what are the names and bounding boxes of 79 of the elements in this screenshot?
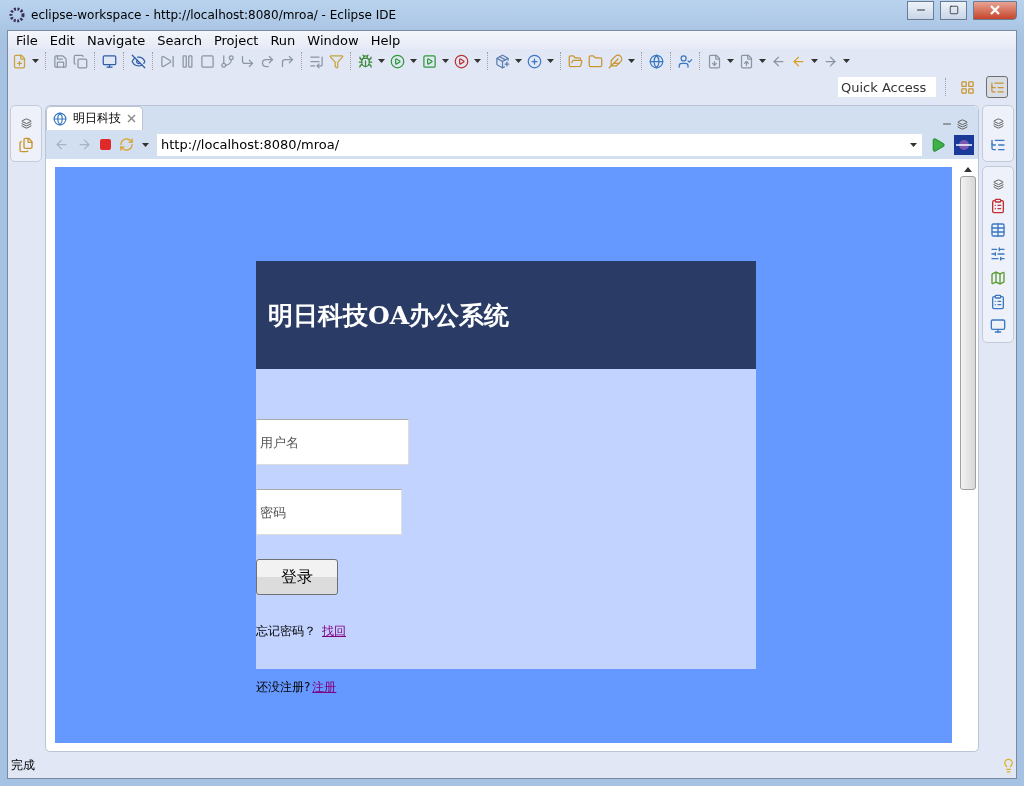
username-field[interactable]: 用户名 (256, 419, 409, 465)
back-icon[interactable] (771, 53, 786, 69)
caret-icon[interactable] (759, 59, 766, 63)
stop-icon[interactable] (100, 139, 111, 150)
recover-link[interactable]: 找回 (322, 623, 346, 640)
caret-icon[interactable] (32, 59, 39, 63)
window-title: eclipse-workspace - http://localhost:8080/mroa/ - Eclipse IDE (31, 8, 397, 22)
run-config-icon[interactable] (422, 53, 437, 69)
close-button[interactable] (973, 0, 1017, 20)
maximize-button[interactable] (940, 0, 967, 20)
menu-item[interactable]: Project (207, 32, 265, 48)
folder-icon[interactable] (588, 53, 603, 69)
register-prompt: 还没注册? (256, 679, 311, 696)
minimize-button[interactable] (907, 0, 934, 20)
save-all-icon[interactable] (73, 53, 88, 69)
caret-icon[interactable] (811, 59, 818, 63)
quick-access-field[interactable]: Quick Access (838, 77, 936, 97)
password-field[interactable]: 密码 (256, 489, 402, 535)
caret-icon[interactable] (410, 59, 417, 63)
pause-icon[interactable] (180, 53, 195, 69)
menu-item[interactable]: Navigate (80, 32, 152, 48)
status-text: 完成 (11, 756, 36, 774)
caret-icon[interactable] (142, 142, 149, 147)
pen-icon[interactable] (608, 53, 623, 69)
menu-item[interactable]: File (10, 32, 44, 48)
globe-icon (53, 111, 67, 126)
report-icon[interactable] (990, 198, 1006, 214)
run-icon[interactable] (390, 53, 405, 69)
resume-icon[interactable] (160, 53, 175, 69)
go-icon[interactable] (930, 136, 946, 153)
page-title: 明日科技OA办公系统 (268, 299, 510, 332)
new-file-icon[interactable] (12, 53, 27, 69)
caret-icon[interactable] (843, 59, 850, 63)
perspective-button[interactable] (986, 76, 1008, 98)
editor-tab[interactable]: 明日科技 (46, 106, 143, 130)
monitor-icon[interactable] (990, 318, 1006, 334)
eclipse-logo-icon[interactable] (954, 134, 974, 155)
caret-icon[interactable] (909, 142, 917, 147)
close-icon (990, 5, 1000, 15)
login-button[interactable]: 登录 (256, 559, 338, 595)
folder-icon[interactable] (568, 53, 583, 69)
crossed-eye-icon[interactable] (131, 53, 146, 69)
url-dropdown-button[interactable] (904, 133, 922, 156)
branch-icon[interactable] (220, 53, 235, 69)
forgot-password-text: 忘记密码？ (256, 623, 316, 640)
tree-icon (989, 79, 1005, 95)
globe-icon[interactable] (649, 53, 664, 69)
caret-icon[interactable] (727, 59, 734, 63)
scroll-up-icon[interactable] (964, 167, 972, 172)
gear-icon (9, 7, 25, 23)
grid-icon (959, 79, 975, 95)
caret-icon[interactable] (442, 59, 449, 63)
menu-item[interactable]: Run (264, 32, 302, 48)
forward-icon[interactable] (823, 53, 838, 69)
back-icon[interactable] (791, 53, 806, 69)
caret-icon[interactable] (474, 59, 481, 63)
list-icon[interactable] (309, 53, 324, 69)
user-icon[interactable] (678, 53, 693, 69)
caret-icon[interactable] (378, 59, 385, 63)
caret-icon[interactable] (547, 59, 554, 63)
close-icon[interactable] (127, 114, 136, 123)
menu-item[interactable]: Window (301, 32, 365, 48)
map-icon[interactable] (990, 270, 1006, 286)
save-icon[interactable] (53, 53, 68, 69)
url-field[interactable]: http://localhost:8080/mroa/ (157, 133, 904, 156)
caret-icon[interactable] (515, 59, 522, 63)
clipboard-icon[interactable] (18, 137, 34, 153)
outline-icon[interactable] (990, 137, 1006, 153)
sliders-icon[interactable] (990, 246, 1006, 262)
filter-icon[interactable] (329, 53, 344, 69)
caret-icon[interactable] (628, 59, 635, 63)
list-icon[interactable] (990, 294, 1006, 310)
stop-icon[interactable] (200, 53, 215, 69)
table-icon[interactable] (990, 222, 1006, 238)
menu-item[interactable]: Help (364, 32, 407, 48)
monitor-icon[interactable] (102, 53, 117, 69)
menu-item[interactable]: Search (151, 32, 208, 48)
bug-icon[interactable] (358, 53, 373, 69)
menu-item[interactable]: Edit (43, 32, 81, 48)
